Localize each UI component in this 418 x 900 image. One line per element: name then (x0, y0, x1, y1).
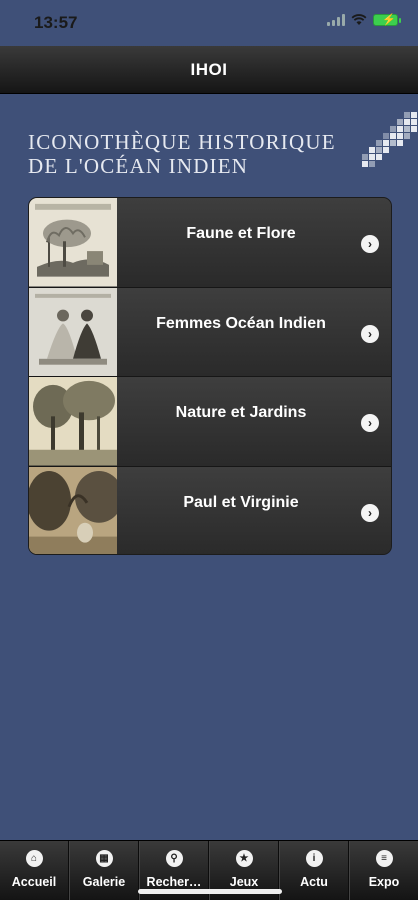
app-logo: ICONOTHÈQUE HISTORIQUE DE L'OCÉAN INDIEN (28, 112, 417, 180)
tab-label: Expo (368, 875, 400, 889)
list-item-label: Faune et Flore (186, 225, 296, 242)
list-item-label: Femmes Océan Indien (156, 314, 326, 332)
list-item-paul-et-virginie[interactable]: Paul et Virginie › (29, 466, 391, 554)
list-icon: ≡ (375, 850, 393, 867)
logo-title-line1: ICONOTHÈQUE HISTORIQUE (28, 130, 336, 154)
tab-galerie[interactable]: ▦ Galerie (69, 841, 139, 900)
pixel-map-icon (362, 112, 417, 167)
tab-label: Actu (300, 875, 328, 889)
status-bar: 13:57 ⚡ (0, 0, 418, 46)
list-item-label: Nature et Jardins (175, 404, 307, 421)
tab-accueil[interactable]: ⌂ Accueil (0, 841, 69, 900)
battery-icon: ⚡ (373, 14, 401, 26)
tab-label: Galerie (82, 875, 126, 889)
list-item-femmes-ocean-indien[interactable]: Femmes Océan Indien › (29, 287, 391, 377)
chevron-right-icon: › (361, 414, 379, 432)
tab-label: Accueil (11, 875, 57, 889)
tab-label: Recher… (146, 875, 202, 889)
list-item-faune-et-flore[interactable]: Faune et Flore › (29, 198, 391, 288)
home-icon: ⌂ (25, 850, 43, 867)
tab-expo[interactable]: ≡ Expo (349, 841, 418, 900)
info-icon: i (305, 850, 323, 867)
page-title: IHOI (190, 59, 228, 79)
thumbnail-image (29, 377, 117, 466)
chevron-right-icon: › (361, 324, 379, 343)
tab-label: Jeux (229, 875, 259, 889)
navigation-bar: IHOI (0, 46, 418, 94)
list-item-label: Paul et Virginie (183, 493, 299, 511)
chevron-right-icon: › (361, 235, 379, 253)
status-time: 13:57 (34, 13, 78, 32)
signal-icon (327, 14, 345, 26)
tab-actu[interactable]: i Actu (279, 841, 349, 900)
thumbnail-image (29, 287, 117, 376)
list-item-nature-et-jardins[interactable]: Nature et Jardins › (29, 377, 391, 467)
wifi-icon (351, 14, 367, 25)
thumbnail-image (29, 198, 117, 287)
grid-icon: ▦ (95, 850, 113, 867)
category-list: Faune et Flore › Femmes Océan Indien › N… (28, 197, 392, 555)
thumbnail-image (29, 466, 117, 554)
logo-title-line2: DE L'OCÉAN INDIEN (28, 154, 249, 178)
chevron-right-icon: › (361, 503, 379, 522)
star-icon: ★ (235, 850, 253, 867)
home-indicator[interactable] (138, 889, 282, 894)
status-icons: ⚡ (327, 14, 401, 26)
search-icon: ⚲ (165, 850, 183, 867)
